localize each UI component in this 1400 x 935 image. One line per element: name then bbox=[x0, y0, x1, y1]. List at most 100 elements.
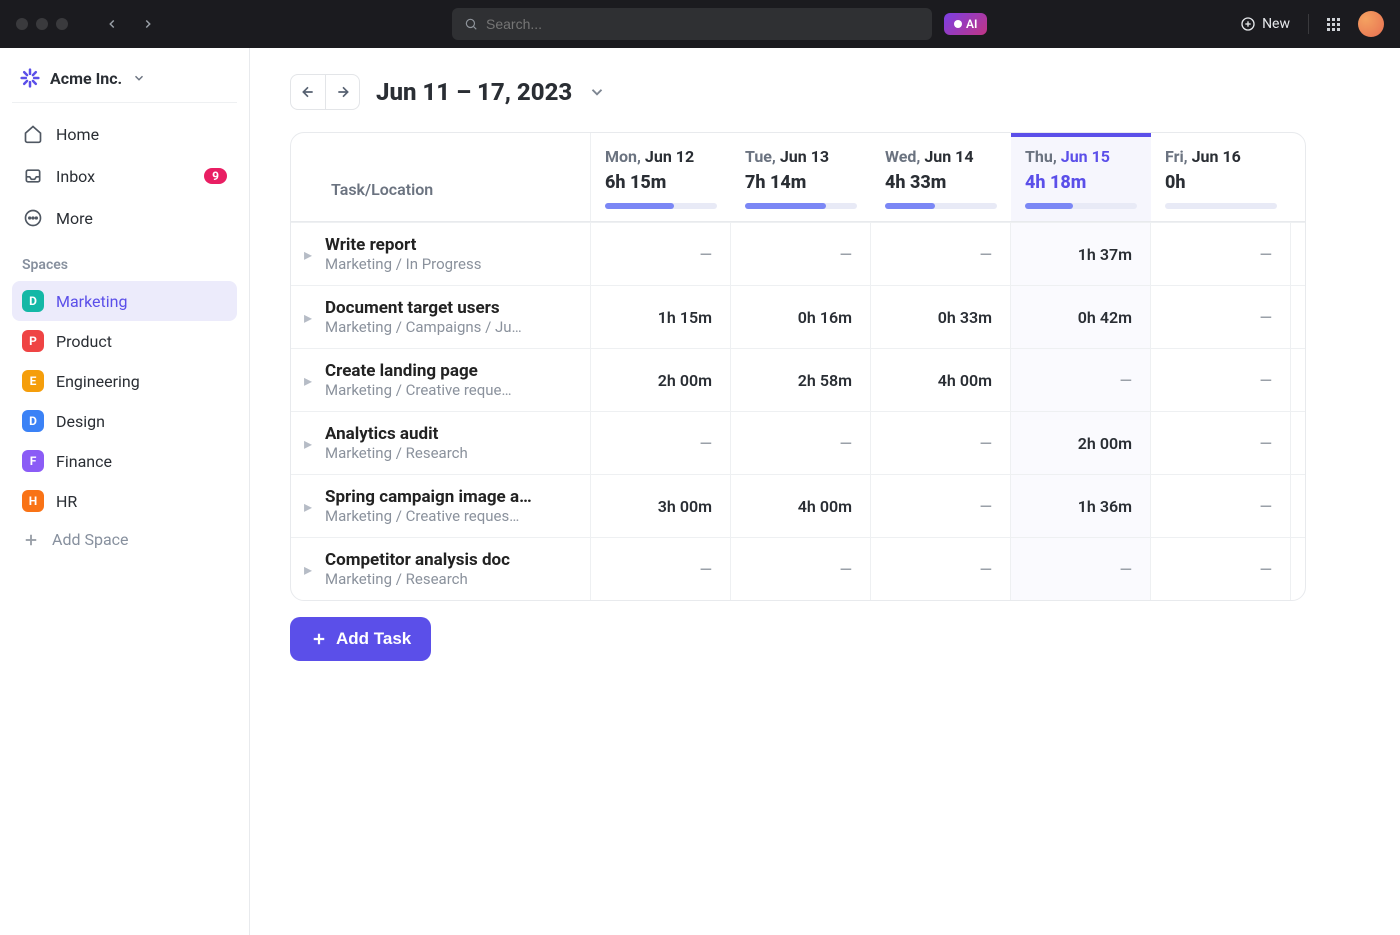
time-cell[interactable]: 2h 00m bbox=[591, 349, 731, 411]
time-cell[interactable]: — bbox=[871, 412, 1011, 474]
task-column-header: Task/Location bbox=[291, 133, 591, 221]
time-cell[interactable]: — bbox=[591, 538, 731, 600]
sidebar-item-label: More bbox=[56, 209, 93, 228]
caret-right-icon[interactable]: ▸ bbox=[301, 434, 315, 453]
search-input[interactable] bbox=[486, 16, 920, 32]
topbar: AI New bbox=[0, 0, 1400, 48]
time-cell[interactable]: 4h 00m bbox=[731, 475, 871, 537]
time-cell[interactable]: — bbox=[731, 412, 871, 474]
add-task-label: Add Task bbox=[336, 629, 411, 649]
date-range-title: Jun 11 – 17, 2023 bbox=[376, 78, 572, 106]
add-task-button[interactable]: Add Task bbox=[290, 617, 431, 661]
time-cell[interactable]: 4h 00m bbox=[871, 349, 1011, 411]
time-cell[interactable]: 2h 58m bbox=[731, 349, 871, 411]
time-cell[interactable]: 0h 42m bbox=[1011, 286, 1151, 348]
plus-icon bbox=[22, 531, 40, 549]
time-cell[interactable]: — bbox=[1151, 475, 1291, 537]
time-cell[interactable]: — bbox=[591, 412, 731, 474]
task-path: Marketing / In Progress bbox=[325, 255, 576, 273]
sidebar-item-more[interactable]: More bbox=[12, 197, 237, 239]
nav-forward-button[interactable] bbox=[136, 12, 160, 36]
sidebar-space-marketing[interactable]: DMarketing bbox=[12, 281, 237, 321]
sidebar-space-engineering[interactable]: EEngineering bbox=[12, 361, 237, 401]
new-label: New bbox=[1262, 16, 1290, 32]
spaces-heading: Spaces bbox=[12, 239, 237, 281]
space-badge: H bbox=[22, 490, 44, 512]
day-header[interactable]: Mon, Jun 126h 15m bbox=[591, 133, 731, 221]
caret-right-icon[interactable]: ▸ bbox=[301, 371, 315, 390]
sidebar-space-product[interactable]: PProduct bbox=[12, 321, 237, 361]
day-header[interactable]: Tue, Jun 137h 14m bbox=[731, 133, 871, 221]
task-row: ▸ Create landing page Marketing / Creati… bbox=[291, 348, 1305, 411]
time-cell[interactable]: — bbox=[1011, 538, 1151, 600]
task-cell[interactable]: ▸ Spring campaign image a… Marketing / C… bbox=[291, 475, 591, 537]
task-cell[interactable]: ▸ Document target users Marketing / Camp… bbox=[291, 286, 591, 348]
ai-button[interactable]: AI bbox=[944, 13, 987, 35]
day-header[interactable]: Wed, Jun 144h 33m bbox=[871, 133, 1011, 221]
next-week-button[interactable] bbox=[325, 75, 359, 109]
sidebar-item-inbox[interactable]: Inbox 9 bbox=[12, 155, 237, 197]
time-cell[interactable]: 1h 37m bbox=[1011, 223, 1151, 285]
sidebar-item-home[interactable]: Home bbox=[12, 113, 237, 155]
time-cell[interactable]: — bbox=[591, 223, 731, 285]
task-cell[interactable]: ▸ Competitor analysis doc Marketing / Re… bbox=[291, 538, 591, 600]
sidebar-space-hr[interactable]: HHR bbox=[12, 481, 237, 521]
caret-right-icon[interactable]: ▸ bbox=[301, 308, 315, 327]
time-cell[interactable]: 0h 33m bbox=[871, 286, 1011, 348]
sidebar-space-finance[interactable]: FFinance bbox=[12, 441, 237, 481]
workspace-switcher[interactable]: Acme Inc. bbox=[12, 62, 237, 103]
task-cell[interactable]: ▸ Analytics audit Marketing / Research bbox=[291, 412, 591, 474]
time-cell[interactable]: — bbox=[1151, 538, 1291, 600]
date-range-nav bbox=[290, 74, 360, 110]
caret-right-icon[interactable]: ▸ bbox=[301, 560, 315, 579]
sidebar-space-design[interactable]: DDesign bbox=[12, 401, 237, 441]
search-input-container[interactable] bbox=[452, 8, 932, 40]
sidebar-item-label: Home bbox=[56, 125, 99, 144]
caret-right-icon[interactable]: ▸ bbox=[301, 497, 315, 516]
time-cell[interactable]: 2h 00m bbox=[1011, 412, 1151, 474]
space-badge: D bbox=[22, 290, 44, 312]
apps-icon[interactable] bbox=[1327, 18, 1340, 31]
home-icon bbox=[22, 123, 44, 145]
space-badge: E bbox=[22, 370, 44, 392]
time-cell[interactable]: — bbox=[1151, 349, 1291, 411]
day-header[interactable]: Fri, Jun 160h bbox=[1151, 133, 1291, 221]
task-cell[interactable]: ▸ Write report Marketing / In Progress bbox=[291, 223, 591, 285]
time-cell[interactable]: — bbox=[871, 475, 1011, 537]
task-row: ▸ Analytics audit Marketing / Research —… bbox=[291, 411, 1305, 474]
day-header[interactable]: Thu, Jun 154h 18m bbox=[1011, 133, 1151, 221]
caret-right-icon[interactable]: ▸ bbox=[301, 245, 315, 264]
new-button[interactable]: New bbox=[1240, 16, 1290, 32]
nav-back-button[interactable] bbox=[100, 12, 124, 36]
date-range-dropdown[interactable] bbox=[588, 83, 606, 101]
time-cell[interactable]: 0h 16m bbox=[731, 286, 871, 348]
space-badge: F bbox=[22, 450, 44, 472]
task-path: Marketing / Research bbox=[325, 570, 576, 588]
task-title: Document target users bbox=[325, 298, 576, 318]
time-cell[interactable]: — bbox=[871, 538, 1011, 600]
window-controls bbox=[16, 18, 68, 30]
prev-week-button[interactable] bbox=[291, 75, 325, 109]
time-cell[interactable]: — bbox=[1151, 412, 1291, 474]
divider bbox=[1308, 14, 1309, 34]
main-content: Jun 11 – 17, 2023 Task/Location Mon, Jun… bbox=[250, 48, 1400, 935]
task-title: Write report bbox=[325, 235, 576, 255]
time-cell[interactable]: — bbox=[1011, 349, 1151, 411]
time-cell[interactable]: 3h 00m bbox=[591, 475, 731, 537]
avatar[interactable] bbox=[1358, 11, 1384, 37]
time-cell[interactable]: — bbox=[1151, 223, 1291, 285]
time-cell[interactable]: — bbox=[1151, 286, 1291, 348]
task-path: Marketing / Campaigns / Ju… bbox=[325, 318, 576, 336]
inbox-badge: 9 bbox=[204, 168, 227, 184]
ai-icon bbox=[954, 20, 962, 28]
time-cell[interactable]: — bbox=[731, 538, 871, 600]
add-space-label: Add Space bbox=[52, 530, 129, 549]
time-cell[interactable]: — bbox=[871, 223, 1011, 285]
space-badge: P bbox=[22, 330, 44, 352]
time-cell[interactable]: 1h 15m bbox=[591, 286, 731, 348]
add-space-button[interactable]: Add Space bbox=[12, 521, 237, 558]
time-cell[interactable]: — bbox=[731, 223, 871, 285]
task-cell[interactable]: ▸ Create landing page Marketing / Creati… bbox=[291, 349, 591, 411]
time-cell[interactable]: 1h 36m bbox=[1011, 475, 1151, 537]
task-row: ▸ Document target users Marketing / Camp… bbox=[291, 285, 1305, 348]
